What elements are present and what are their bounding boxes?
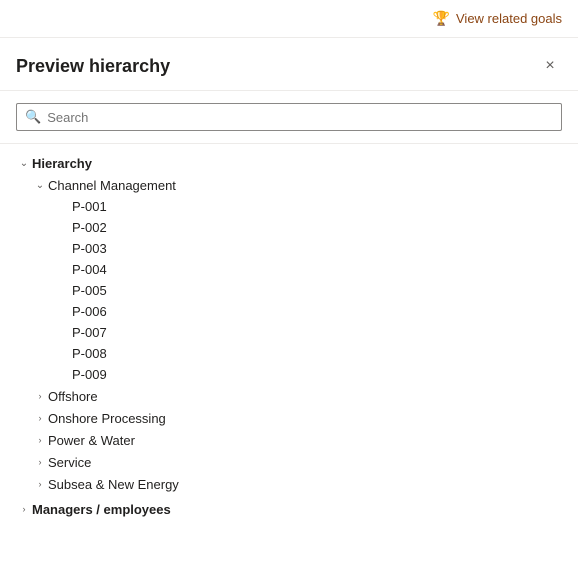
tree-item-p005[interactable]: P-005 <box>0 280 578 301</box>
subsea-label: Subsea & New Energy <box>48 477 179 492</box>
top-bar: 🏆 View related goals <box>0 0 578 38</box>
search-container: 🔍 <box>0 91 578 144</box>
search-icon: 🔍 <box>25 109 41 125</box>
tree-item-p003[interactable]: P-003 <box>0 238 578 259</box>
view-related-goals-link[interactable]: 🏆 View related goals <box>433 10 562 27</box>
channel-management-label: Channel Management <box>48 178 176 193</box>
tree-container: ⌄ Hierarchy ⌄ Channel Management P-001 P… <box>0 144 578 576</box>
tree-item-channel-management[interactable]: ⌄ Channel Management <box>0 174 578 196</box>
tree-item-subsea[interactable]: › Subsea & New Energy <box>0 473 578 495</box>
chevron-down-icon: ⌄ <box>32 177 48 193</box>
tree-item-onshore-processing[interactable]: › Onshore Processing <box>0 407 578 429</box>
tree-item-p002[interactable]: P-002 <box>0 217 578 238</box>
p005-label: P-005 <box>72 283 107 298</box>
tree-item-managers-employees[interactable]: › Managers / employees <box>0 495 578 520</box>
view-related-goals-label: View related goals <box>456 11 562 26</box>
close-icon: × <box>545 57 554 75</box>
chevron-right-icon: › <box>32 388 48 404</box>
tree-item-p007[interactable]: P-007 <box>0 322 578 343</box>
goals-icon: 🏆 <box>433 10 450 27</box>
chevron-right-icon: › <box>16 501 32 517</box>
tree-item-p004[interactable]: P-004 <box>0 259 578 280</box>
p003-label: P-003 <box>72 241 107 256</box>
chevron-right-icon: › <box>32 476 48 492</box>
close-button[interactable]: × <box>538 54 562 78</box>
panel-title: Preview hierarchy <box>16 56 170 77</box>
chevron-right-icon: › <box>32 454 48 470</box>
service-label: Service <box>48 455 91 470</box>
tree-item-p009[interactable]: P-009 <box>0 364 578 385</box>
p009-label: P-009 <box>72 367 107 382</box>
p008-label: P-008 <box>72 346 107 361</box>
chevron-right-icon: › <box>32 410 48 426</box>
tree-item-service[interactable]: › Service <box>0 451 578 473</box>
tree-item-p006[interactable]: P-006 <box>0 301 578 322</box>
tree-item-power-water[interactable]: › Power & Water <box>0 429 578 451</box>
search-input[interactable] <box>47 110 553 125</box>
panel: Preview hierarchy × 🔍 ⌄ Hierarchy ⌄ Chan… <box>0 38 578 576</box>
offshore-label: Offshore <box>48 389 98 404</box>
search-box: 🔍 <box>16 103 562 131</box>
p004-label: P-004 <box>72 262 107 277</box>
p007-label: P-007 <box>72 325 107 340</box>
onshore-processing-label: Onshore Processing <box>48 411 166 426</box>
tree-item-p008[interactable]: P-008 <box>0 343 578 364</box>
p002-label: P-002 <box>72 220 107 235</box>
managers-employees-label: Managers / employees <box>32 502 171 517</box>
power-water-label: Power & Water <box>48 433 135 448</box>
panel-header: Preview hierarchy × <box>0 38 578 91</box>
p001-label: P-001 <box>72 199 107 214</box>
tree-item-hierarchy[interactable]: ⌄ Hierarchy <box>0 152 578 174</box>
chevron-down-icon: ⌄ <box>16 155 32 171</box>
chevron-right-icon: › <box>32 432 48 448</box>
p006-label: P-006 <box>72 304 107 319</box>
tree-item-offshore[interactable]: › Offshore <box>0 385 578 407</box>
hierarchy-label: Hierarchy <box>32 156 92 171</box>
tree-item-p001[interactable]: P-001 <box>0 196 578 217</box>
